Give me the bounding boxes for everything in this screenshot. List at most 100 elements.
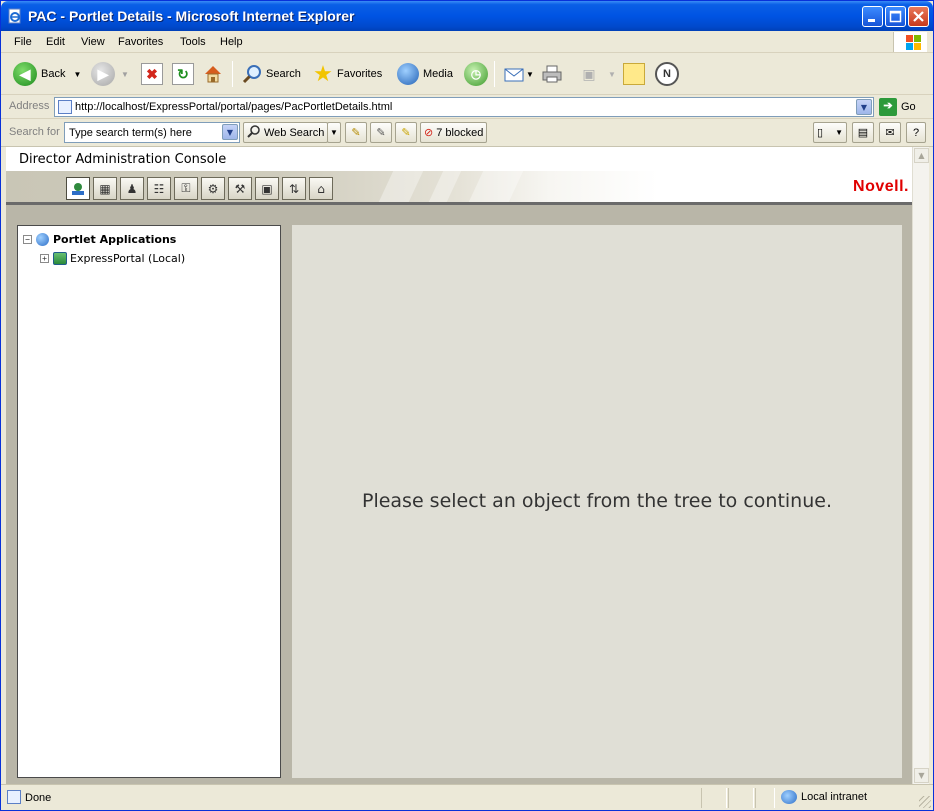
home-page-icon[interactable]: ⌂ — [309, 177, 333, 200]
favorites-button[interactable]: ★ Favorites — [312, 60, 382, 88]
console-nav: ▦ ♟ ☷ ⚿ ⚙ ⚒ ▣ ⇅ ⌂ — [66, 177, 333, 201]
maximize-button[interactable] — [885, 6, 906, 27]
collapse-icon[interactable]: − — [23, 234, 32, 244]
users-icon[interactable]: ♟ — [120, 177, 144, 200]
windows-logo-icon — [893, 32, 927, 52]
address-bar: Address http://localhost/ExpressPortal/p… — [1, 95, 933, 119]
go-button[interactable]: ➔ Go — [879, 97, 916, 117]
print-button[interactable] — [541, 60, 563, 88]
eraser-button[interactable]: ✎ — [370, 122, 392, 143]
home-button[interactable] — [202, 60, 224, 88]
notes-button[interactable] — [623, 60, 645, 88]
highlight-button[interactable]: ✎ — [345, 122, 367, 143]
notes-tool-button[interactable]: ▤ — [852, 122, 874, 143]
menu-tools[interactable]: Tools — [180, 36, 206, 48]
forward-arrow-icon: ▶ — [91, 62, 115, 86]
browser-window: PAC - Portlet Details - Microsoft Intern… — [0, 0, 934, 811]
forward-dropdown-icon[interactable]: ▼ — [121, 70, 129, 79]
tree-root-label: Portlet Applications — [53, 232, 177, 246]
tree-node-expressportal[interactable]: + ExpressPortal (Local) — [40, 250, 185, 266]
popup-blocker-button[interactable]: ⊘ 7 blocked — [420, 122, 488, 143]
title-bar[interactable]: PAC - Portlet Details - Microsoft Intern… — [1, 1, 933, 31]
back-dropdown-icon[interactable]: ▼ — [73, 70, 81, 79]
popup-blocked-label: 7 blocked — [436, 126, 484, 139]
keys-icon[interactable]: ⚿ — [174, 177, 198, 200]
go-label: Go — [901, 101, 916, 113]
eraser-icon: ✎ — [376, 127, 386, 139]
messenger-button[interactable]: N — [655, 60, 679, 88]
web-search-button[interactable]: Web Search — [243, 122, 329, 143]
search-dropdown-icon[interactable]: ▼ — [222, 124, 238, 140]
menu-edit[interactable]: Edit — [46, 36, 65, 48]
status-cell — [701, 788, 727, 808]
ie-page-icon — [7, 8, 23, 24]
scroll-up-icon[interactable]: ▲ — [914, 148, 929, 163]
portlet-applications-icon[interactable] — [66, 177, 90, 200]
refresh-button[interactable]: ↻ — [172, 60, 194, 88]
select-object-message: Please select an object from the tree to… — [361, 490, 832, 512]
page-content: Director Administration Console ▦ ♟ ☷ ⚿ … — [6, 147, 912, 784]
stop-button[interactable]: ✖ — [141, 60, 163, 88]
favorites-star-icon: ★ — [313, 61, 333, 86]
vertical-scrollbar[interactable]: ▲ ▼ — [912, 147, 929, 784]
web-search-label: Web Search — [264, 126, 325, 139]
go-arrow-icon: ➔ — [879, 98, 897, 116]
stop-icon: ✖ — [141, 63, 163, 85]
search-field[interactable]: ▼ — [64, 122, 240, 143]
search-icon — [241, 63, 263, 85]
media-button[interactable]: Media — [397, 60, 453, 88]
edit-button[interactable]: ▣ ▼ — [578, 60, 616, 88]
menu-view[interactable]: View — [81, 36, 105, 48]
page-icon — [58, 100, 72, 114]
minimize-button[interactable] — [862, 6, 883, 27]
help-button[interactable]: ? — [906, 122, 926, 143]
mail-dropdown-icon[interactable]: ▼ — [526, 70, 534, 79]
search-button[interactable]: Search — [241, 60, 301, 88]
toolbar-separator — [232, 61, 233, 87]
status-page-icon — [7, 790, 21, 804]
menu-bar: File Edit View Favorites Tools Help — [1, 31, 933, 53]
novell-logo: Novell. — [853, 178, 909, 195]
security-zone: Local intranet — [781, 790, 867, 804]
frame-icon[interactable]: ▣ — [255, 177, 279, 200]
tools-icon[interactable]: ⚒ — [228, 177, 252, 200]
status-cell — [728, 788, 754, 808]
back-arrow-icon: ◀ — [13, 62, 37, 86]
menu-favorites[interactable]: Favorites — [118, 36, 163, 48]
menu-help[interactable]: Help — [220, 36, 243, 48]
tree-node-label: ExpressPortal (Local) — [70, 251, 186, 265]
printer-icon — [541, 63, 563, 85]
question-icon: ? — [912, 126, 920, 139]
components-icon[interactable]: ⚙ — [201, 177, 225, 200]
expand-icon[interactable]: + — [40, 253, 49, 263]
options-dropdown-icon: ▼ — [835, 128, 843, 137]
pen-button[interactable]: ✎ — [395, 122, 417, 143]
address-input[interactable]: http://localhost/ExpressPortal/portal/pa… — [54, 97, 874, 117]
edit-dropdown-icon[interactable]: ▼ — [608, 70, 616, 79]
popup-blocked-icon: ⊘ — [424, 127, 434, 139]
address-label: Address — [9, 100, 50, 112]
portlet-apps-globe-icon — [36, 232, 49, 246]
options-button[interactable]: ▯ ▼ — [813, 122, 847, 143]
back-button[interactable]: ◀ Back ▼ — [13, 60, 81, 88]
settings-icon[interactable]: ☷ — [147, 177, 171, 200]
search-label: Search — [266, 68, 301, 80]
scroll-down-icon[interactable]: ▼ — [914, 768, 929, 783]
address-url: http://localhost/ExpressPortal/portal/pa… — [75, 101, 393, 113]
menu-file[interactable]: File — [14, 36, 32, 48]
resize-grip-icon[interactable] — [919, 796, 931, 808]
search-input[interactable] — [69, 125, 219, 140]
forward-button[interactable]: ▶ ▼ — [91, 60, 129, 88]
console-body: − Portlet Applications + ExpressPortal (… — [6, 205, 912, 784]
tree-root[interactable]: − Portlet Applications — [23, 231, 176, 247]
web-search-dropdown-icon[interactable]: ▼ — [327, 122, 341, 143]
email-tool-button[interactable]: ✉ — [879, 122, 901, 143]
layout-icon[interactable]: ▦ — [93, 177, 117, 200]
sync-icon[interactable]: ⇅ — [282, 177, 306, 200]
home-icon — [202, 63, 224, 85]
mail-button[interactable]: ▼ — [503, 60, 534, 88]
address-dropdown-icon[interactable]: ▼ — [856, 99, 872, 115]
close-button[interactable] — [908, 6, 929, 27]
mail-icon — [503, 63, 525, 85]
history-button[interactable]: ◷ — [464, 60, 488, 88]
